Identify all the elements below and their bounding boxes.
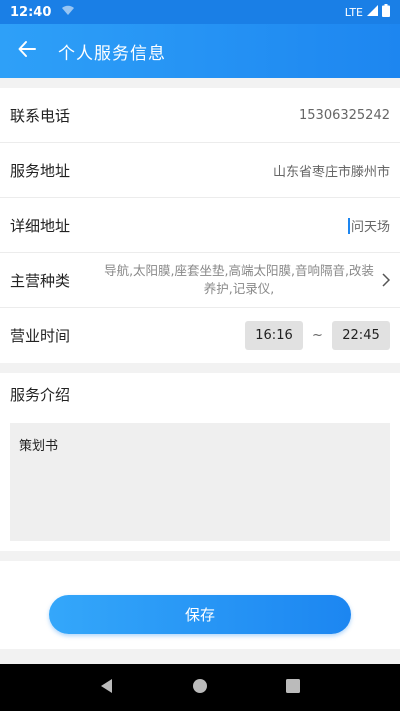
network-type: LTE	[344, 5, 363, 19]
phone-label: 联系电话	[10, 106, 71, 125]
save-button[interactable]: 保存	[49, 595, 351, 634]
detail-address-label: 详细地址	[10, 216, 71, 235]
service-intro-section: 服务介绍 策划书	[0, 373, 400, 551]
wifi-icon	[61, 4, 75, 20]
nav-recents-button[interactable]	[273, 668, 313, 708]
square-recents-icon	[286, 678, 301, 697]
page-title: 个人服务信息	[58, 43, 166, 64]
system-nav-bar	[0, 664, 400, 711]
status-time: 12:40	[10, 4, 52, 20]
business-hours-label: 营业时间	[10, 327, 71, 345]
arrow-left-icon	[18, 40, 36, 62]
detail-address-row[interactable]: 详细地址 问天场	[0, 198, 400, 253]
circle-home-icon	[192, 678, 208, 698]
save-area: 保存	[0, 561, 400, 649]
text-cursor	[348, 217, 350, 234]
nav-home-button[interactable]	[180, 668, 220, 708]
phone-value[interactable]: 15306325242	[299, 108, 390, 123]
battery-icon	[382, 4, 390, 20]
address-value[interactable]: 山东省枣庄市滕州市	[273, 161, 390, 180]
category-label: 主营种类	[10, 271, 71, 290]
service-intro-label: 服务介绍	[10, 386, 71, 404]
back-button[interactable]	[0, 24, 54, 78]
service-info-form: 联系电话 15306325242 服务地址 山东省枣庄市滕州市 详细地址 问天场…	[0, 88, 400, 363]
signal-icon	[367, 5, 378, 19]
phone-row[interactable]: 联系电话 15306325242	[0, 88, 400, 143]
address-row[interactable]: 服务地址 山东省枣庄市滕州市	[0, 143, 400, 198]
screen: 12:40 LTE 个人服务信息 联系电话 15306325242 服务地址 山…	[0, 0, 400, 711]
end-time-button[interactable]: 22:45	[332, 321, 390, 350]
start-time-button[interactable]: 16:16	[245, 321, 303, 350]
detail-address-field[interactable]: 问天场	[348, 216, 390, 235]
address-label: 服务地址	[10, 161, 71, 180]
chevron-right-icon	[374, 273, 390, 287]
category-row[interactable]: 主营种类 导航,太阳膜,座套坐垫,高端太阳膜,音响隔音,改装养护,记录仪,	[0, 253, 400, 308]
category-value: 导航,太阳膜,座套坐垫,高端太阳膜,音响隔音,改装养护,记录仪,	[104, 263, 374, 296]
category-selector[interactable]: 导航,太阳膜,座套坐垫,高端太阳膜,音响隔音,改装养护,记录仪,	[104, 262, 390, 298]
status-right: LTE	[345, 4, 390, 20]
detail-address-value: 问天场	[350, 219, 390, 235]
business-hours-row: 营业时间 16:16 ~ 22:45	[0, 308, 400, 363]
nav-back-button[interactable]	[87, 668, 127, 708]
time-separator: ~	[312, 328, 323, 343]
app-bar: 个人服务信息	[0, 24, 400, 78]
business-hours: 16:16 ~ 22:45	[245, 321, 390, 350]
status-bar: 12:40 LTE	[0, 0, 400, 24]
service-intro-textarea[interactable]: 策划书	[10, 423, 390, 541]
triangle-back-icon	[99, 678, 115, 698]
